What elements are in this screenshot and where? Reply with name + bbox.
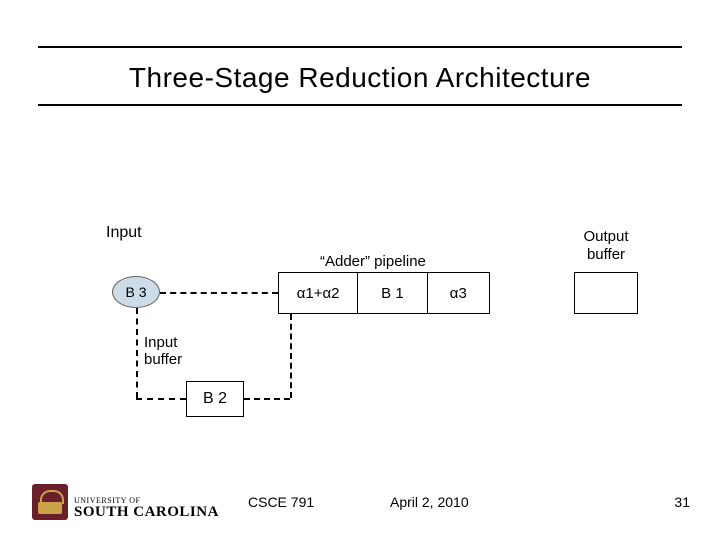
label-output-buffer: Output buffer [566,228,646,264]
label-output-buffer-l2: buffer [587,246,625,263]
footer-date: April 2, 2010 [390,494,469,510]
node-b2-label: B 2 [203,390,227,408]
node-b3: B 3 [112,276,160,308]
logo-text: UNIVERSITY OF SOUTH CAROLINA [74,497,219,520]
label-input: Input [106,224,142,242]
node-b3-label: B 3 [125,284,146,300]
university-logo: UNIVERSITY OF SOUTH CAROLINA [32,484,219,520]
dash-b2-right [244,398,290,400]
adder-pipeline: α1+α2 B 1 α3 [278,272,490,314]
pipeline-cell-2: α3 [428,273,489,313]
dash-b3-to-pipeline [160,292,278,294]
node-b2: B 2 [186,381,244,417]
logo-mark-icon [32,484,68,520]
label-input-buffer-l2: buffer [144,351,182,368]
dash-b2-up [290,314,292,398]
pipeline-cell-0: α1+α2 [279,273,358,313]
footer-page: 31 [674,494,690,510]
label-input-buffer: Input buffer [144,334,182,369]
rule-title-underline [38,104,682,106]
footer-course: CSCE 791 [248,494,314,510]
dash-ellipse-down [136,308,138,398]
label-output-buffer-l1: Output [583,228,628,245]
label-adder-pipeline: “Adder” pipeline [320,253,426,270]
pipeline-cell-1: B 1 [358,273,427,313]
dash-to-b2 [136,398,186,400]
output-buffer [574,272,638,314]
slide-title: Three-Stage Reduction Architecture [0,62,720,94]
rule-top [38,46,682,48]
logo-south-carolina: SOUTH CAROLINA [74,505,219,520]
label-input-buffer-l1: Input [144,334,177,351]
footer: UNIVERSITY OF SOUTH CAROLINA CSCE 791 Ap… [0,470,720,524]
